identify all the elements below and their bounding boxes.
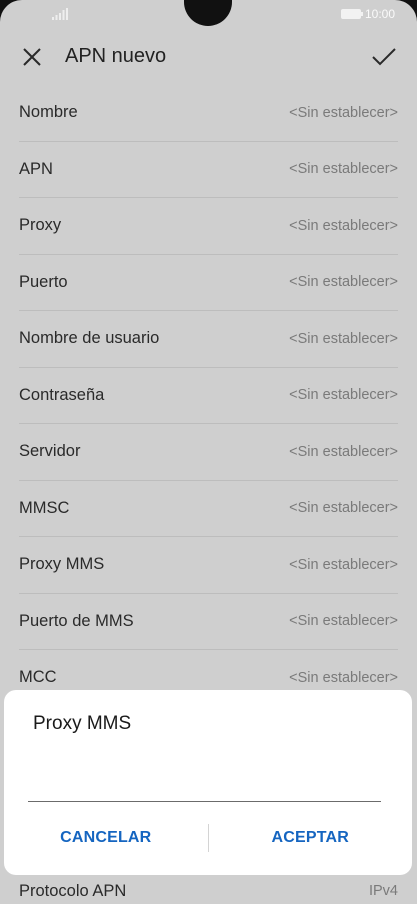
dialog-actions: CANCELAR ACEPTAR <box>4 818 412 858</box>
field-value: <Sin establecer> <box>289 330 398 347</box>
field-label: Contraseña <box>19 385 105 404</box>
field-label: Proxy MMS <box>19 555 105 574</box>
camera-notch <box>184 0 232 26</box>
field-row-puerto-de-mms[interactable]: Puerto de MMS <Sin establecer> <box>19 594 398 650</box>
apn-field-list: Nombre <Sin establecer> APN <Sin estable… <box>0 85 417 706</box>
field-value: <Sin establecer> <box>289 556 398 573</box>
header: APN nuevo <box>0 30 417 85</box>
field-row-nombre[interactable]: Nombre <Sin establecer> <box>19 85 398 142</box>
field-value: <Sin establecer> <box>289 217 398 234</box>
battery-icon <box>340 9 363 19</box>
field-value: <Sin establecer> <box>289 104 398 121</box>
check-icon[interactable] <box>371 45 397 69</box>
field-row-proxy-mms[interactable]: Proxy MMS <Sin establecer> <box>19 537 398 594</box>
accept-button[interactable]: ACEPTAR <box>209 818 413 858</box>
signal-icon <box>52 8 68 20</box>
field-row-contrasena[interactable]: Contraseña <Sin establecer> <box>19 368 398 424</box>
field-label: Puerto <box>19 272 68 291</box>
field-value: <Sin establecer> <box>289 443 398 460</box>
field-label: Puerto de MMS <box>19 611 134 630</box>
field-label: Servidor <box>19 442 81 461</box>
proxy-mms-input[interactable] <box>28 752 381 802</box>
field-value: <Sin establecer> <box>289 274 398 291</box>
field-row-proxy[interactable]: Proxy <Sin establecer> <box>19 198 398 255</box>
field-value: <Sin establecer> <box>289 161 398 178</box>
status-right: 10:00 <box>340 7 395 21</box>
status-bar: 10:00 <box>0 0 417 30</box>
field-label: Proxy <box>19 216 62 235</box>
field-value: <Sin establecer> <box>289 500 398 517</box>
field-label: Protocolo APN <box>19 881 127 900</box>
field-value: IPv4 <box>368 883 398 899</box>
field-label: Nombre de usuario <box>19 329 160 348</box>
clock: 10:00 <box>364 7 395 21</box>
cancel-button[interactable]: CANCELAR <box>4 818 208 858</box>
field-row-protocolo-apn[interactable]: Protocolo APN IPv4 <box>19 876 398 904</box>
field-row-nombre-de-usuario[interactable]: Nombre de usuario <Sin establecer> <box>19 311 398 368</box>
field-row-apn[interactable]: APN <Sin establecer> <box>19 142 398 198</box>
close-icon[interactable] <box>20 45 44 69</box>
field-label: MCC <box>19 668 57 687</box>
field-row-servidor[interactable]: Servidor <Sin establecer> <box>19 424 398 481</box>
field-label: APN <box>19 159 53 178</box>
field-row-puerto[interactable]: Puerto <Sin establecer> <box>19 255 398 311</box>
field-value: <Sin establecer> <box>289 669 398 686</box>
field-value: <Sin establecer> <box>289 387 398 404</box>
page-title: APN nuevo <box>65 45 167 67</box>
field-value: <Sin establecer> <box>289 613 398 630</box>
field-row-mmsc[interactable]: MMSC <Sin establecer> <box>19 481 398 537</box>
field-label: MMSC <box>19 498 70 517</box>
screen: 10:00 APN nuevo Nombre <Sin establecer> … <box>0 0 417 904</box>
dialog-title: Proxy MMS <box>33 713 132 734</box>
field-label: Nombre <box>19 103 78 122</box>
